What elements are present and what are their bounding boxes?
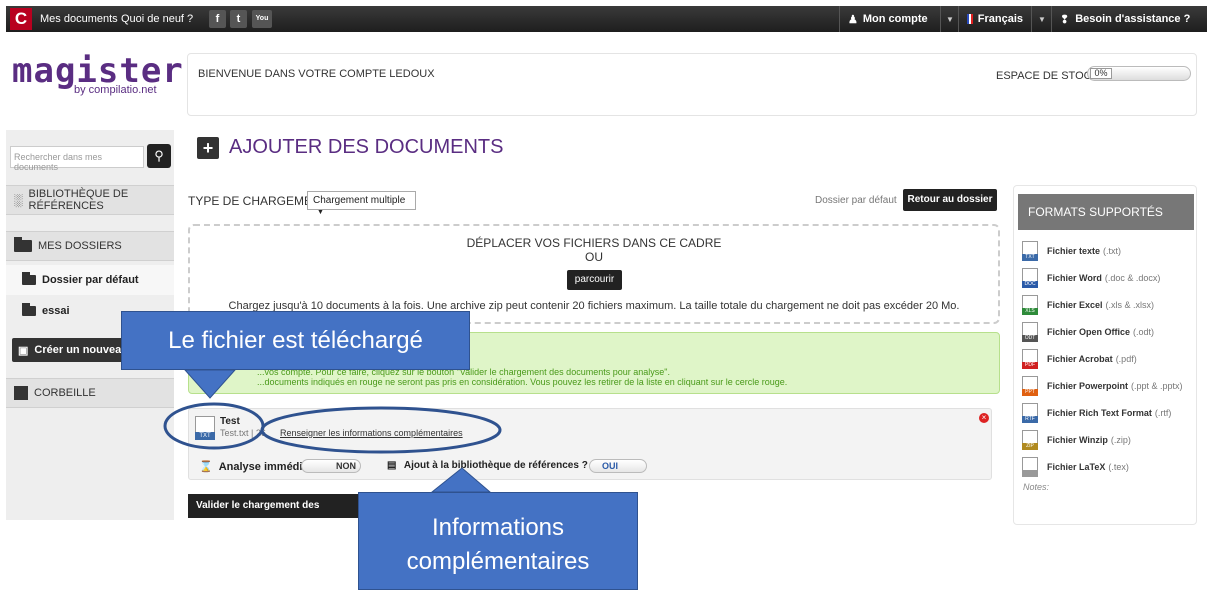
callout-info-line-2: complémentaires	[406, 548, 590, 575]
callout-pointer-uploaded	[183, 369, 237, 399]
callout-file-uploaded: Le fichier est téléchargé	[121, 311, 470, 370]
highlight-ellipse-link	[260, 406, 502, 454]
callout-more-info: Informations complémentaires	[358, 492, 638, 590]
callout-pointer-info	[430, 467, 492, 493]
highlight-ellipse-file	[163, 402, 265, 450]
callout-info-line-1: Informations	[431, 514, 565, 541]
